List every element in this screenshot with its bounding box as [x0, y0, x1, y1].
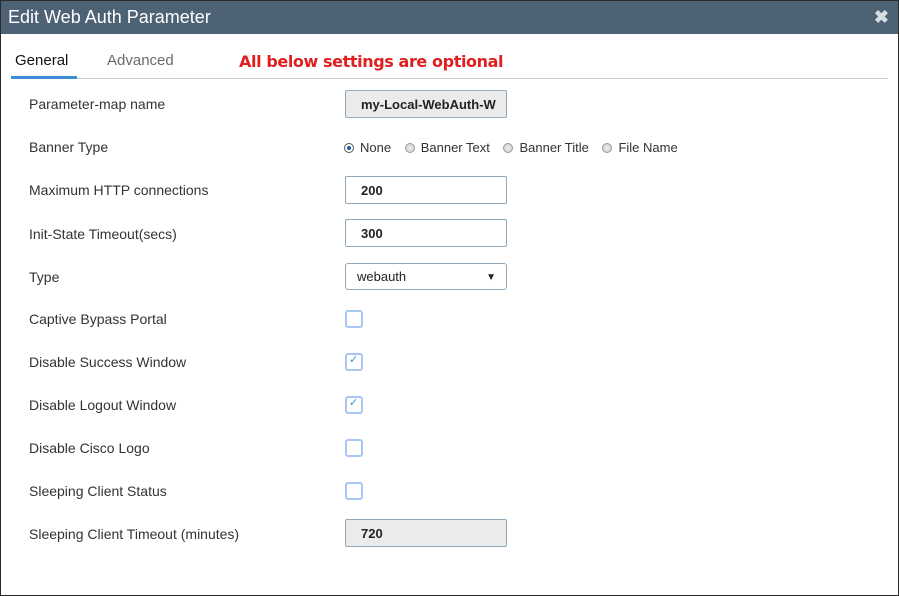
radio-unselected-icon — [503, 143, 514, 153]
disable-success-window-checkbox[interactable]: ✓ — [345, 353, 363, 371]
parameter-map-name-label: Parameter-map name — [29, 96, 166, 112]
dialog-title: Edit Web Auth Parameter — [8, 7, 211, 27]
banner-type-banner-title-radio[interactable]: Banner Title — [503, 140, 589, 155]
max-http-connections-input[interactable]: 200 — [345, 176, 507, 204]
edit-web-auth-dialog: Edit Web Auth Parameter ✖ General Advanc… — [0, 0, 899, 596]
radio-unselected-icon — [404, 143, 415, 153]
close-icon[interactable]: ✖ — [874, 6, 889, 28]
banner-type-none-radio[interactable]: None — [344, 140, 391, 155]
tab-general[interactable]: General — [11, 52, 77, 79]
radio-selected-icon — [344, 143, 354, 153]
checkmark-icon: ✓ — [349, 354, 359, 366]
sleeping-client-timeout-input[interactable]: 720 — [345, 519, 507, 547]
banner-type-label: Banner Type — [29, 139, 109, 155]
radio-unselected-icon — [602, 143, 613, 153]
banner-type-file-name-radio[interactable]: File Name — [602, 140, 678, 155]
disable-cisco-logo-label: Disable Cisco Logo — [29, 440, 150, 456]
title-bar: Edit Web Auth Parameter ✖ — [1, 1, 898, 34]
type-label: Type — [29, 269, 60, 285]
checkmark-icon: ✓ — [349, 397, 359, 409]
parameter-map-name-input[interactable]: my-Local-WebAuth-W — [345, 90, 507, 118]
disable-cisco-logo-checkbox[interactable] — [345, 439, 363, 457]
disable-logout-window-checkbox[interactable]: ✓ — [345, 396, 363, 414]
max-http-connections-label: Maximum HTTP connections — [29, 182, 209, 198]
sleeping-client-status-checkbox[interactable] — [345, 482, 363, 500]
disable-success-window-label: Disable Success Window — [29, 354, 187, 370]
disable-logout-window-label: Disable Logout Window — [29, 397, 177, 413]
type-select[interactable]: webauth ▼ — [345, 263, 507, 290]
banner-type-radio-group: None Banner Text Banner Title File Name — [344, 140, 688, 155]
optional-settings-note: All below settings are optional — [239, 52, 504, 71]
type-select-value: webauth — [357, 269, 407, 284]
init-state-timeout-label: Init-State Timeout(secs) — [29, 226, 177, 242]
dropdown-arrow-icon: ▼ — [486, 272, 496, 283]
sleeping-client-timeout-label: Sleeping Client Timeout (minutes) — [29, 526, 240, 542]
banner-type-banner-text-radio[interactable]: Banner Text — [404, 140, 490, 155]
captive-bypass-portal-checkbox[interactable] — [345, 310, 363, 328]
sleeping-client-status-label: Sleeping Client Status — [29, 483, 167, 499]
tab-advanced[interactable]: Advanced — [107, 52, 174, 69]
init-state-timeout-input[interactable]: 300 — [345, 219, 507, 247]
captive-bypass-portal-label: Captive Bypass Portal — [29, 311, 167, 327]
